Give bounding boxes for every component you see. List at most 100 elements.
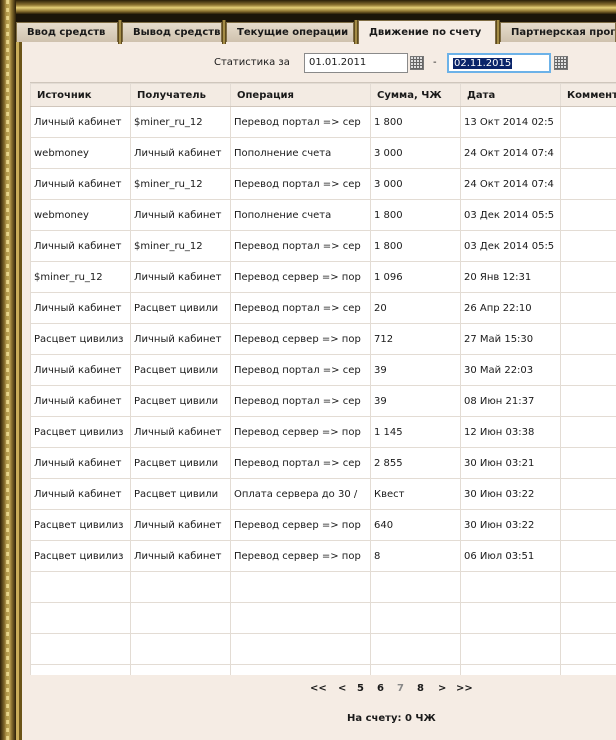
cell-operation: Перевод портал => сер bbox=[230, 354, 371, 386]
cell-operation: Перевод портал => сер bbox=[230, 292, 371, 324]
table-row[interactable] bbox=[30, 664, 616, 675]
table-row[interactable]: Личный кабинет Расцвет цивили Перевод порт… bbox=[30, 292, 616, 324]
cell-recipient: Личный кабинет bbox=[130, 323, 231, 355]
cell-operation: Оплата сервера до 30 / bbox=[230, 478, 371, 510]
table-row[interactable]: Расцвет цивилиз Личный кабинет Перевод сер… bbox=[30, 540, 616, 572]
cell-comment bbox=[560, 199, 616, 231]
cell-source: Личный кабинет bbox=[30, 447, 131, 479]
table-row[interactable] bbox=[30, 633, 616, 665]
cell-amount: 1 800 bbox=[370, 106, 461, 138]
date-from-input[interactable]: 01.01.2011 bbox=[304, 53, 408, 73]
cell-source: Личный кабинет bbox=[30, 354, 131, 386]
cell-recipient bbox=[130, 602, 231, 634]
cell-operation bbox=[230, 571, 371, 603]
cell-source: Расцвет цивилиз bbox=[30, 416, 131, 448]
tab-partner-program[interactable]: Партнерская прогр bbox=[500, 22, 616, 42]
cell-amount: 20 bbox=[370, 292, 461, 324]
column-header-operation[interactable]: Операция bbox=[230, 83, 371, 107]
cell-date: 30 Июн 03:21 bbox=[460, 447, 561, 479]
cell-operation bbox=[230, 633, 371, 665]
cell-date: 13 Окт 2014 02:5 bbox=[460, 106, 561, 138]
page-next-link[interactable]: > bbox=[438, 683, 446, 694]
column-header-comment[interactable]: Коммент bbox=[560, 83, 616, 107]
cell-operation: Перевод портал => сер bbox=[230, 106, 371, 138]
column-header-amount[interactable]: Сумма, ЧЖ bbox=[370, 83, 461, 107]
cell-comment bbox=[560, 168, 616, 200]
table-row[interactable]: $miner_ru_12 Личный кабинет Перевод сервер… bbox=[30, 261, 616, 293]
table-row[interactable] bbox=[30, 602, 616, 634]
cell-amount: 39 bbox=[370, 354, 461, 386]
cell-comment bbox=[560, 230, 616, 262]
table-row[interactable]: webmoney Личный кабинет Пополнение счета 1 … bbox=[30, 199, 616, 231]
cell-recipient: Расцвет цивили bbox=[130, 447, 231, 479]
cell-recipient: Личный кабинет bbox=[130, 137, 231, 169]
page-prev-link[interactable]: < bbox=[338, 683, 346, 694]
table-row[interactable]: Личный кабинет Расцвет цивили Оплата серве… bbox=[30, 478, 616, 510]
table-row[interactable]: Расцвет цивилиз Личный кабинет Перевод сер… bbox=[30, 323, 616, 355]
cell-date: 06 Июл 03:51 bbox=[460, 540, 561, 572]
cell-date bbox=[460, 571, 561, 603]
cell-date: 03 Дек 2014 05:5 bbox=[460, 230, 561, 262]
cell-source: Личный кабинет bbox=[30, 106, 131, 138]
table-row[interactable]: Личный кабинет $miner_ru_12 Перевод портал… bbox=[30, 230, 616, 262]
cell-operation: Перевод сервер => пор bbox=[230, 509, 371, 541]
table-row[interactable]: Личный кабинет Расцвет цивили Перевод порт… bbox=[30, 385, 616, 417]
table-row[interactable]: webmoney Личный кабинет Пополнение счета 3 … bbox=[30, 137, 616, 169]
tab-bar: Ввод средств Вывод средств Текущие опера… bbox=[16, 20, 616, 44]
table-row[interactable] bbox=[30, 571, 616, 603]
page-link-8[interactable]: 8 bbox=[417, 683, 424, 694]
cell-recipient: $miner_ru_12 bbox=[130, 106, 231, 138]
cell-date bbox=[460, 602, 561, 634]
tab-withdraw[interactable]: Вывод средств bbox=[122, 22, 222, 42]
frame-left-border bbox=[0, 0, 16, 740]
cell-comment bbox=[560, 602, 616, 634]
frame-top-border bbox=[0, 0, 616, 14]
table-row[interactable]: Личный кабинет $miner_ru_12 Перевод портал… bbox=[30, 106, 616, 138]
table-row[interactable]: Личный кабинет $miner_ru_12 Перевод портал… bbox=[30, 168, 616, 200]
cell-date bbox=[460, 633, 561, 665]
cell-recipient: Расцвет цивили bbox=[130, 292, 231, 324]
column-header-recipient[interactable]: Получатель bbox=[130, 83, 231, 107]
column-header-date[interactable]: Дата bbox=[460, 83, 561, 107]
calendar-to-icon[interactable] bbox=[554, 56, 568, 70]
tab-current-operations[interactable]: Текущие операции bbox=[226, 22, 354, 42]
cell-source bbox=[30, 571, 131, 603]
column-header-source[interactable]: Источник bbox=[30, 83, 131, 107]
table-header-row: Источник Получатель Операция Сумма, ЧЖ Д… bbox=[30, 83, 616, 107]
tab-deposit[interactable]: Ввод средств bbox=[16, 22, 118, 42]
cell-comment bbox=[560, 323, 616, 355]
page-link-6[interactable]: 6 bbox=[377, 683, 384, 694]
table-row[interactable]: Личный кабинет Расцвет цивили Перевод порт… bbox=[30, 447, 616, 479]
cell-recipient: Расцвет цивили bbox=[130, 354, 231, 386]
cell-recipient: Расцвет цивили bbox=[130, 478, 231, 510]
cell-date: 27 Май 15:30 bbox=[460, 323, 561, 355]
cell-operation: Перевод портал => сер bbox=[230, 168, 371, 200]
cell-recipient bbox=[130, 664, 231, 675]
cell-source: Личный кабинет bbox=[30, 292, 131, 324]
cell-operation: Перевод сервер => пор bbox=[230, 323, 371, 355]
cell-operation: Перевод сервер => пор bbox=[230, 416, 371, 448]
tab-account-movement[interactable]: Движение по счету bbox=[358, 20, 496, 44]
cell-date bbox=[460, 664, 561, 675]
page-first-link[interactable]: << bbox=[310, 683, 327, 694]
cell-amount bbox=[370, 571, 461, 603]
date-to-input[interactable]: 02.11.2015 bbox=[447, 53, 551, 73]
cell-amount: 39 bbox=[370, 385, 461, 417]
transactions-table-container[interactable]: Источник Получатель Операция Сумма, ЧЖ Д… bbox=[30, 82, 616, 675]
cell-comment bbox=[560, 261, 616, 293]
cell-comment bbox=[560, 571, 616, 603]
table-row[interactable]: Личный кабинет Расцвет цивили Перевод порт… bbox=[30, 354, 616, 386]
page-link-5[interactable]: 5 bbox=[357, 683, 364, 694]
cell-amount: 3 000 bbox=[370, 168, 461, 200]
table-row[interactable]: Расцвет цивилиз Личный кабинет Перевод сер… bbox=[30, 416, 616, 448]
account-balance: На счету: 0 ЧЖ bbox=[347, 713, 436, 724]
table-row[interactable]: Расцвет цивилиз Личный кабинет Перевод сер… bbox=[30, 509, 616, 541]
cell-comment bbox=[560, 664, 616, 675]
cell-operation: Перевод портал => сер bbox=[230, 447, 371, 479]
cell-source: Личный кабинет bbox=[30, 478, 131, 510]
page-last-link[interactable]: >> bbox=[456, 683, 473, 694]
cell-comment bbox=[560, 509, 616, 541]
cell-comment bbox=[560, 478, 616, 510]
calendar-from-icon[interactable] bbox=[410, 56, 424, 70]
cell-amount bbox=[370, 633, 461, 665]
